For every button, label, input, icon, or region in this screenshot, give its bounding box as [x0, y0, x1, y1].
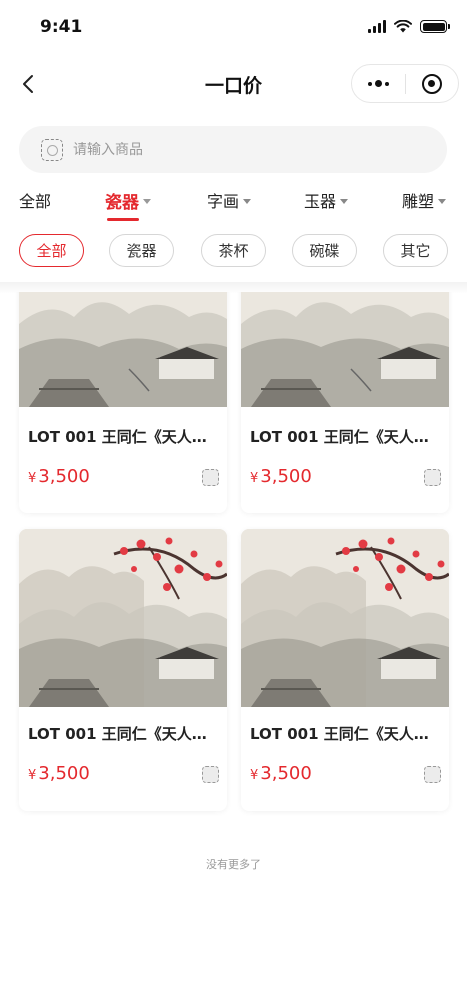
more-dots-icon — [367, 80, 389, 87]
product-title: LOT 001 王同仁《天人… — [28, 428, 207, 446]
product-price: ¥ 3,500 — [250, 466, 312, 487]
caret-down-icon — [438, 198, 447, 204]
price-value: 3,500 — [260, 466, 312, 487]
favorite-icon[interactable] — [202, 766, 219, 783]
close-miniprogram-button[interactable] — [406, 65, 459, 102]
product-image — [241, 292, 449, 407]
product-image — [19, 529, 227, 707]
product-title: LOT 001 王同仁《天人… — [28, 725, 207, 743]
favorite-icon[interactable] — [424, 766, 441, 783]
chip-teacup[interactable]: 茶杯 — [201, 234, 266, 267]
chip-porcelain[interactable]: 瓷器 — [109, 234, 174, 267]
category-tab-porcelain[interactable]: 瓷器 — [105, 188, 151, 221]
category-tab-label: 雕塑 — [402, 192, 435, 211]
search-icon — [41, 138, 63, 161]
more-menu-button[interactable] — [352, 65, 405, 102]
price-value: 3,500 — [38, 466, 90, 487]
battery-icon — [420, 20, 450, 33]
category-tabs: 全部 瓷器 字画 玉器 雕塑 — [0, 182, 467, 222]
product-price: ¥ 3,500 — [28, 466, 90, 487]
cellular-signal-icon — [368, 20, 386, 33]
category-tab-label: 全部 — [19, 192, 52, 211]
category-tab-sculpture[interactable]: 雕塑 — [402, 188, 447, 212]
status-time: 9:41 — [40, 17, 83, 37]
no-more-text: 没有更多了 — [206, 858, 261, 871]
product-price: ¥ 3,500 — [28, 763, 90, 784]
price-value: 3,500 — [260, 763, 312, 784]
nav-bar: 一口价 — [0, 56, 467, 112]
price-value: 3,500 — [38, 763, 90, 784]
category-tab-label: 玉器 — [304, 192, 337, 211]
miniprogram-capsule — [351, 64, 459, 103]
product-title: LOT 001 王同仁《天人… — [250, 725, 429, 743]
category-tab-jade[interactable]: 玉器 — [304, 188, 349, 212]
caret-down-icon — [340, 198, 349, 204]
product-card[interactable]: LOT 001 王同仁《天人… ¥ 3,500 — [241, 529, 449, 811]
category-tab-label: 字画 — [207, 192, 240, 211]
active-tab-indicator — [107, 218, 139, 221]
search-bar[interactable] — [19, 126, 447, 173]
caret-down-icon — [143, 199, 151, 204]
product-price: ¥ 3,500 — [250, 763, 312, 784]
product-title: LOT 001 王同仁《天人… — [250, 428, 429, 446]
subcategory-chips: 全部 瓷器 茶杯 碗碟 其它 — [0, 234, 467, 270]
product-card[interactable]: LOT 001 王同仁《天人… ¥ 3,500 — [19, 292, 227, 513]
product-card[interactable]: LOT 001 王同仁《天人… ¥ 3,500 — [241, 292, 449, 513]
product-card[interactable]: LOT 001 王同仁《天人… ¥ 3,500 — [19, 529, 227, 811]
product-image — [241, 529, 449, 707]
product-image — [19, 292, 227, 407]
favorite-icon[interactable] — [202, 469, 219, 486]
product-grid: LOT 001 王同仁《天人… ¥ 3,500 LOT 001 王同仁《天人… … — [0, 292, 467, 892]
wifi-icon — [394, 20, 412, 33]
target-icon — [421, 73, 442, 94]
chip-other[interactable]: 其它 — [383, 234, 448, 267]
favorite-icon[interactable] — [424, 469, 441, 486]
category-tab-label: 瓷器 — [105, 193, 139, 213]
currency-symbol: ¥ — [250, 768, 259, 783]
caret-down-icon — [243, 198, 252, 204]
currency-symbol: ¥ — [28, 471, 37, 486]
currency-symbol: ¥ — [28, 768, 37, 783]
chip-all[interactable]: 全部 — [19, 234, 84, 267]
search-input[interactable] — [73, 141, 373, 158]
currency-symbol: ¥ — [250, 471, 259, 486]
status-icons — [368, 20, 450, 33]
category-tab-calligraphy[interactable]: 字画 — [207, 188, 252, 212]
category-tab-all[interactable]: 全部 — [19, 188, 51, 212]
chip-bowls[interactable]: 碗碟 — [292, 234, 357, 267]
status-bar: 9:41 — [0, 0, 467, 56]
